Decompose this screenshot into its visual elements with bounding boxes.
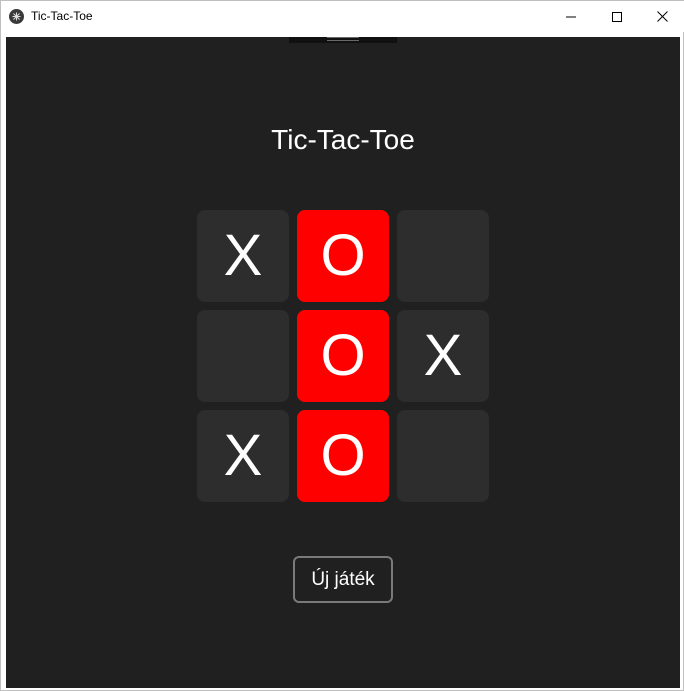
window-title: Tic-Tac-Toe (31, 9, 93, 23)
game-area: Tic-Tac-Toe X O O X X O Új játék (6, 37, 680, 688)
maximize-button[interactable] (594, 1, 640, 32)
board-cell-0-0[interactable]: X (197, 210, 289, 302)
grip-icon (327, 37, 359, 41)
board-cell-0-2[interactable] (397, 210, 489, 302)
maximize-icon (612, 11, 622, 22)
minimize-button[interactable] (548, 1, 594, 32)
drag-handle[interactable] (289, 37, 397, 43)
board-cell-2-1[interactable]: O (297, 410, 389, 502)
board-cell-2-0[interactable]: X (197, 410, 289, 502)
new-game-button[interactable]: Új játék (293, 556, 393, 603)
minimize-icon (566, 16, 576, 17)
title-bar[interactable]: Tic-Tac-Toe (1, 1, 684, 32)
app-icon (9, 9, 24, 24)
board-cell-1-1[interactable]: O (297, 310, 389, 402)
close-icon (656, 11, 668, 22)
board-cell-1-0[interactable] (197, 310, 289, 402)
page-title: Tic-Tac-Toe (271, 124, 415, 155)
close-button[interactable] (639, 1, 684, 32)
game-board: X O O X X O (197, 210, 489, 502)
board-cell-0-1[interactable]: O (297, 210, 389, 302)
board-cell-2-2[interactable] (397, 410, 489, 502)
board-cell-1-2[interactable]: X (397, 310, 489, 402)
app-window: Tic-Tac-Toe Tic-Tac-Toe X O O X X O Új j… (0, 0, 684, 691)
